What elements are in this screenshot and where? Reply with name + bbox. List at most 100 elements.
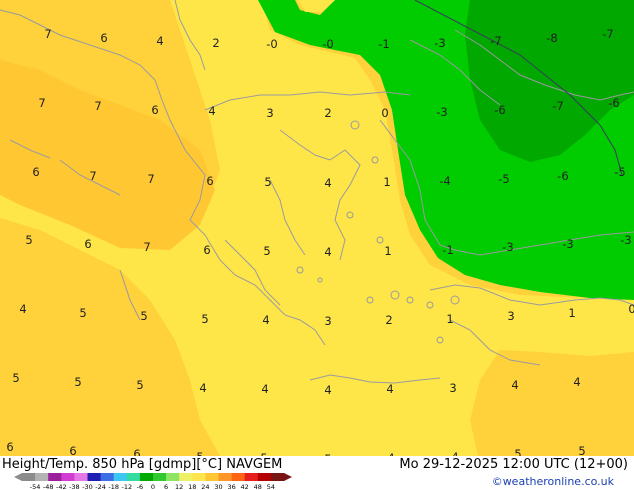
temperature-label: 0 xyxy=(381,106,388,120)
map-title: Height/Temp. 850 hPa [gdmp][°C] NAVGEM xyxy=(2,457,283,472)
colorbar-tick-label: 12 xyxy=(175,483,183,490)
temperature-label: 4 xyxy=(324,245,331,259)
colorbar-tick-label: -12 xyxy=(121,483,132,490)
temperature-label: 7 xyxy=(89,169,96,183)
colorbar-tick-label: -38 xyxy=(69,483,80,490)
temperature-label: 7 xyxy=(38,96,45,110)
temperature-label: -0 xyxy=(322,37,333,51)
temperature-label: -0 xyxy=(266,37,277,51)
temperature-label: -3 xyxy=(434,36,445,50)
temperature-label: 2 xyxy=(212,36,219,50)
temperature-label: 5 xyxy=(140,309,147,323)
temperature-label: 4 xyxy=(573,375,580,389)
colorbar-swatch xyxy=(22,473,36,481)
temperature-label: 5 xyxy=(514,447,521,456)
temperature-label: 4 xyxy=(324,176,331,190)
temperature-label: 1 xyxy=(568,306,575,320)
temperature-label: 4 xyxy=(511,378,518,392)
colorbar-swatch xyxy=(61,473,75,481)
temperature-label: 4 xyxy=(324,383,331,397)
temperature-label: 4 xyxy=(19,302,26,316)
colorbar-swatch xyxy=(48,473,62,481)
temperature-label: -7 xyxy=(602,27,613,41)
colorbar: -54 -48 -42 -38 -30 -24 -18 -12 -6 0 6 12 18 24 30 36 42… xyxy=(14,473,292,490)
colorbar-tick-label: -18 xyxy=(108,483,119,490)
temperature-label: 5 xyxy=(578,444,585,456)
temperature-label: 6 xyxy=(84,237,91,251)
temperature-label: -5 xyxy=(498,172,509,186)
temperature-label: -7 xyxy=(552,99,563,113)
colorbar-swatch xyxy=(192,473,206,481)
colorbar-tick-label: 6 xyxy=(164,483,168,490)
colorbar-tick-label: -30 xyxy=(82,483,93,490)
temperature-label: 6 xyxy=(206,174,213,188)
temperature-label: -8 xyxy=(546,31,557,45)
colorbar-swatch xyxy=(270,473,285,481)
colorbar-swatch xyxy=(74,473,88,481)
forecast-time: Mo 29-12-2025 12:00 UTC (12+00) xyxy=(399,457,628,472)
colorbar-arrow-left xyxy=(14,473,22,481)
temperature-label: 4 xyxy=(208,104,215,118)
temperature-label: 5 xyxy=(25,233,32,247)
temperature-label: 5 xyxy=(74,375,81,389)
temperature-label: 3 xyxy=(449,381,456,395)
colorbar-swatch xyxy=(126,473,141,481)
temperature-label: -7 xyxy=(490,34,501,48)
temperature-label: 2 xyxy=(324,106,331,120)
colorbar-swatch xyxy=(166,473,180,481)
temperature-label: 3 xyxy=(507,309,514,323)
colorbar-tick-label: 48 xyxy=(254,483,262,490)
temperature-map: 7 6 4 2 -0 -0 -1 -3 -7 -8 -7 7 7 6 4 3 2 0 -3 -6 -7 -6 6 7 7 6 5 4 1… xyxy=(0,0,634,456)
map-view: 7 6 4 2 -0 -0 -1 -3 -7 -8 -7 7 7 6 4 3 2 0 -3 -6 -7 -6 6 7 7 6 5 4 1… xyxy=(0,0,634,490)
colorbar-tick-label: -24 xyxy=(95,483,106,490)
temperature-label: 6 xyxy=(32,165,39,179)
credit-link[interactable]: ©weatheronline.co.uk xyxy=(492,475,614,489)
temperature-label: -4 xyxy=(439,174,450,188)
colorbar-tick-label: -42 xyxy=(56,483,67,490)
temperature-label: 1 xyxy=(446,312,453,326)
colorbar-swatch xyxy=(179,473,193,481)
temperature-label: -3 xyxy=(436,105,447,119)
colorbar-swatch xyxy=(113,473,128,481)
temperature-label: -1 xyxy=(442,243,453,257)
temperature-label: 7 xyxy=(44,27,51,41)
temperature-label: -3 xyxy=(620,233,631,247)
temperature-label: 5 xyxy=(201,312,208,326)
temperature-label: -5 xyxy=(614,165,625,179)
colorbar-swatch xyxy=(35,473,49,481)
colorbar-swatch xyxy=(87,473,102,481)
colorbar-swatch xyxy=(231,473,246,481)
colorbar-swatch xyxy=(205,473,219,481)
temperature-label: 7 xyxy=(143,240,150,254)
temperature-label: -3 xyxy=(502,240,513,254)
colorbar-swatch xyxy=(139,473,154,481)
colorbar-tick-label: 42 xyxy=(241,483,249,490)
temperature-label: 4 xyxy=(262,313,269,327)
colorbar-swatch xyxy=(218,473,233,481)
temperature-label: 1 xyxy=(384,244,391,258)
colorbar-tick-label: -54 xyxy=(30,483,41,490)
colorbar-swatch xyxy=(100,473,115,481)
temperature-label: -6 xyxy=(557,169,568,183)
colorbar-tick-label: 24 xyxy=(201,483,209,490)
temperature-label: -1 xyxy=(378,37,389,51)
colorbar-tick-label: 18 xyxy=(188,483,196,490)
colorbar-swatch xyxy=(244,473,259,481)
temperature-label: 5 xyxy=(79,306,86,320)
temperature-label: 4 xyxy=(199,381,206,395)
colorbar-tick-label: 30 xyxy=(214,483,222,490)
temperature-label: 5 xyxy=(136,378,143,392)
footer: Height/Temp. 850 hPa [gdmp][°C] NAVGEM M… xyxy=(0,456,634,490)
temperature-label: -3 xyxy=(562,237,573,251)
temperature-label: 3 xyxy=(266,106,273,120)
colorbar-tick-label: -48 xyxy=(43,483,54,490)
temperature-label: 5 xyxy=(263,244,270,258)
temperature-label: 4 xyxy=(156,34,163,48)
temperature-label: 4 xyxy=(386,382,393,396)
temperature-label: 7 xyxy=(94,99,101,113)
temperature-label: 5 xyxy=(264,175,271,189)
colorbar-tick-label: 36 xyxy=(227,483,235,490)
temperature-label: 6 xyxy=(203,243,210,257)
temperature-label: 2 xyxy=(385,313,392,327)
colorbar-swatch xyxy=(153,473,167,481)
